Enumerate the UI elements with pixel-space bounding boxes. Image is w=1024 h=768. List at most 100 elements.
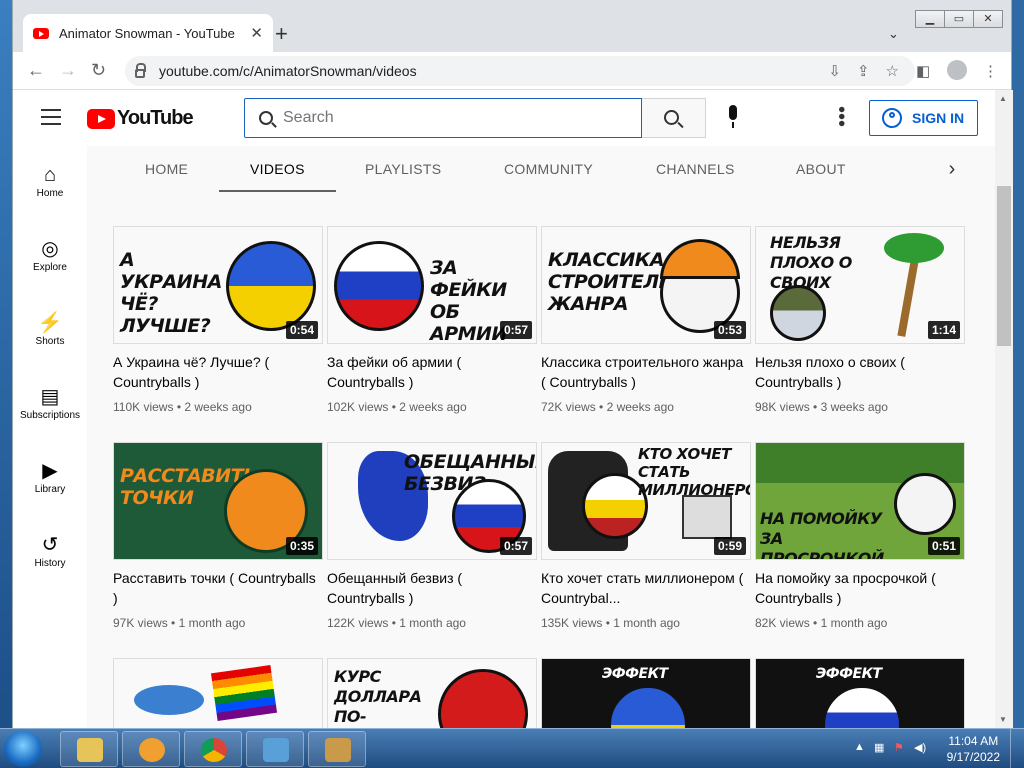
video-title[interactable]: Расставить точки ( Countryballs ) — [113, 568, 323, 608]
search-box[interactable] — [244, 98, 642, 138]
start-button-icon[interactable] — [4, 731, 42, 767]
video-thumbnail[interactable]: КТО ХОЧЕТ СТАТЬ МИЛЛИОНЕРОМ 0:59 — [541, 442, 751, 560]
tab-playlists[interactable]: PLAYLISTS — [365, 146, 441, 192]
scrollbar-thumb[interactable] — [997, 186, 1011, 346]
video-meta: 82K views • 1 month ago — [755, 616, 888, 630]
video-card[interactable]: ЭФФЕКТ — [755, 658, 965, 728]
video-title[interactable]: Нельзя плохо о своих ( Countryballs ) — [755, 352, 965, 392]
sidebar-item-home[interactable]: ⌂ Home — [13, 162, 87, 199]
video-title[interactable]: Кто хочет стать миллионером ( Countrybal… — [541, 568, 751, 608]
video-thumbnail[interactable]: ЭФФЕКТ — [755, 658, 965, 728]
video-thumbnail[interactable]: КУРС ДОЛЛАРА ПО-СОВЕТСКИ — [327, 658, 537, 728]
countryball-image — [770, 285, 826, 341]
back-arrow-icon[interactable]: ← — [27, 61, 45, 79]
video-thumbnail[interactable]: КЛАССИКА СТРОИТЕЛЬНОГО ЖАНРА 0:53 — [541, 226, 751, 344]
sidebar-label: History — [34, 558, 66, 569]
video-card[interactable]: НА ПОМОЙКУ ЗА ПРОСРОЧКОЙ 0:51 На помойку… — [755, 442, 965, 630]
microphone-icon[interactable] — [722, 105, 744, 131]
video-card[interactable]: А УКРАИНА ЧЁ? ЛУЧШЕ? 0:54 А Украина чё? … — [113, 226, 323, 414]
share-icon[interactable]: ⇪ — [857, 62, 870, 80]
thumbnail-caption: РАССТАВИТЬ ТОЧКИ — [120, 465, 258, 509]
sign-in-button[interactable]: SIGN IN — [869, 100, 978, 136]
taskbar-explorer[interactable] — [60, 731, 118, 767]
tab-home[interactable]: HOME — [145, 146, 188, 192]
tab-videos[interactable]: VIDEOS — [219, 146, 336, 192]
tab-community[interactable]: COMMUNITY — [504, 146, 593, 192]
sidebar-item-explore[interactable]: ◎ Explore — [13, 236, 87, 273]
browser-menu-icon[interactable]: ⋮ — [983, 62, 998, 80]
window-controls: ▁ ▭ ✕ — [915, 10, 1003, 28]
maximize-button[interactable]: ▭ — [944, 10, 974, 28]
video-title[interactable]: Обещанный безвиз ( Countryballs ) — [327, 568, 537, 608]
settings-more-icon[interactable]: ••• — [830, 106, 852, 127]
page-scrollbar[interactable]: ▲ ▼ — [995, 90, 1013, 728]
sidebar-item-library[interactable]: ▶ Library — [13, 458, 87, 495]
tabs-scroll-right-icon[interactable]: › — [937, 154, 967, 184]
url-text[interactable]: youtube.com/c/AnimatorSnowman/videos — [159, 63, 828, 79]
search-button[interactable] — [642, 98, 706, 138]
video-card[interactable]: ЗА ФЕЙКИ ОБ АРМИИ 0:57 За фейки об армии… — [327, 226, 537, 414]
close-window-button[interactable]: ✕ — [973, 10, 1003, 28]
compass-icon: ◎ — [41, 238, 59, 260]
video-thumbnail[interactable]: НЕЛЬЗЯ ПЛОХО О СВОИХ 1:14 — [755, 226, 965, 344]
new-tab-button[interactable]: + — [275, 23, 288, 45]
tab-close-icon[interactable]: ✕ — [250, 24, 263, 42]
scroll-up-icon[interactable]: ▲ — [999, 94, 1007, 103]
video-title[interactable]: За фейки об армии ( Countryballs ) — [327, 352, 537, 392]
video-card[interactable]: НЕЛЬЗЯ ПЛОХО О СВОИХ 1:14 Нельзя плохо о… — [755, 226, 965, 414]
upload-age: 2 weeks ago — [606, 400, 674, 414]
video-card[interactable]: ОБЕЩАННЫЙ БЕЗВИЗ 0:57 Обещанный безвиз (… — [327, 442, 537, 630]
reload-icon[interactable]: ↻ — [91, 61, 106, 79]
youtube-logo[interactable]: YouTube — [87, 107, 194, 130]
video-card[interactable]: ЭФФЕКТ — [541, 658, 751, 728]
video-thumbnail[interactable]: РАССТАВИТЬ ТОЧКИ 0:35 — [113, 442, 323, 560]
video-card[interactable]: КТО ХОЧЕТ СТАТЬ МИЛЛИОНЕРОМ 0:59 Кто хоч… — [541, 442, 751, 630]
upload-age: 2 weeks ago — [399, 400, 467, 414]
video-thumbnail[interactable]: НА ПОМОЙКУ ЗА ПРОСРОЧКОЙ 0:51 — [755, 442, 965, 560]
network-icon[interactable]: ▦ — [874, 741, 884, 754]
taskbar-chrome[interactable] — [184, 731, 242, 767]
video-card[interactable] — [113, 658, 323, 728]
tray-expand-icon[interactable]: ▲ — [854, 741, 865, 753]
sidebar-item-shorts[interactable]: ⚡ Shorts — [13, 310, 87, 347]
tab-about[interactable]: ABOUT — [796, 146, 846, 192]
video-title[interactable]: А Украина чё? Лучше? ( Countryballs ) — [113, 352, 323, 392]
tab-channels[interactable]: CHANNELS — [656, 146, 735, 192]
tab-search-icon[interactable]: ⌄ — [888, 26, 899, 42]
scroll-down-icon[interactable]: ▼ — [999, 715, 1007, 724]
thumbnail-caption: КЛАССИКА СТРОИТЕЛЬНОГО ЖАНРА — [548, 249, 731, 315]
sidebar-item-history[interactable]: ↺ History — [13, 532, 87, 569]
sidebar-item-subscriptions[interactable]: ▤ Subscriptions — [13, 384, 87, 421]
bookmark-star-icon[interactable]: ☆ — [886, 62, 899, 80]
volume-icon[interactable]: ◀) — [914, 741, 926, 754]
view-count: 97K views — [113, 616, 168, 630]
install-app-icon[interactable]: ⇩ — [828, 62, 841, 80]
palm-leaves-icon — [884, 233, 944, 263]
taskbar-control-panel[interactable] — [246, 731, 304, 767]
video-card[interactable]: РАССТАВИТЬ ТОЧКИ 0:35 Расставить точки (… — [113, 442, 323, 630]
video-title[interactable]: Классика строительного жанра ( Countryba… — [541, 352, 751, 392]
taskbar-clock[interactable]: 11:04 AM 9/17/2022 — [947, 733, 1000, 765]
hamburger-menu-icon[interactable] — [41, 109, 61, 130]
show-desktop-button[interactable] — [1010, 729, 1024, 768]
thumbnail-caption: КТО ХОЧЕТ СТАТЬ МИЛЛИОНЕРОМ — [638, 445, 750, 499]
video-thumbnail[interactable]: ЗА ФЕЙКИ ОБ АРМИИ 0:57 — [327, 226, 537, 344]
address-bar[interactable]: youtube.com/c/AnimatorSnowman/videos ⇩ ⇪… — [125, 56, 915, 86]
browser-tab[interactable]: Animator Snowman - YouTube ✕ — [23, 14, 273, 52]
youtube-masthead: YouTube ••• SIGN IN — [13, 90, 995, 146]
video-title[interactable]: На помойку за просрочкой ( Countryballs … — [755, 568, 965, 608]
video-thumbnail[interactable]: ЭФФЕКТ — [541, 658, 751, 728]
side-panel-icon[interactable]: ◧ — [916, 62, 930, 80]
video-thumbnail[interactable] — [113, 658, 323, 728]
action-center-icon[interactable]: ⚑ — [894, 741, 904, 754]
video-card[interactable]: КУРС ДОЛЛАРА ПО-СОВЕТСКИ — [327, 658, 537, 728]
taskbar-media-player[interactable] — [122, 731, 180, 767]
forward-arrow-icon[interactable]: → — [59, 61, 77, 79]
video-card[interactable]: КЛАССИКА СТРОИТЕЛЬНОГО ЖАНРА 0:53 Класси… — [541, 226, 751, 414]
video-thumbnail[interactable]: А УКРАИНА ЧЁ? ЛУЧШЕ? 0:54 — [113, 226, 323, 344]
profile-avatar-icon[interactable] — [947, 60, 967, 80]
minimize-button[interactable]: ▁ — [915, 10, 945, 28]
taskbar-archive[interactable] — [308, 731, 366, 767]
video-thumbnail[interactable]: ОБЕЩАННЫЙ БЕЗВИЗ 0:57 — [327, 442, 537, 560]
search-input[interactable] — [283, 109, 623, 127]
